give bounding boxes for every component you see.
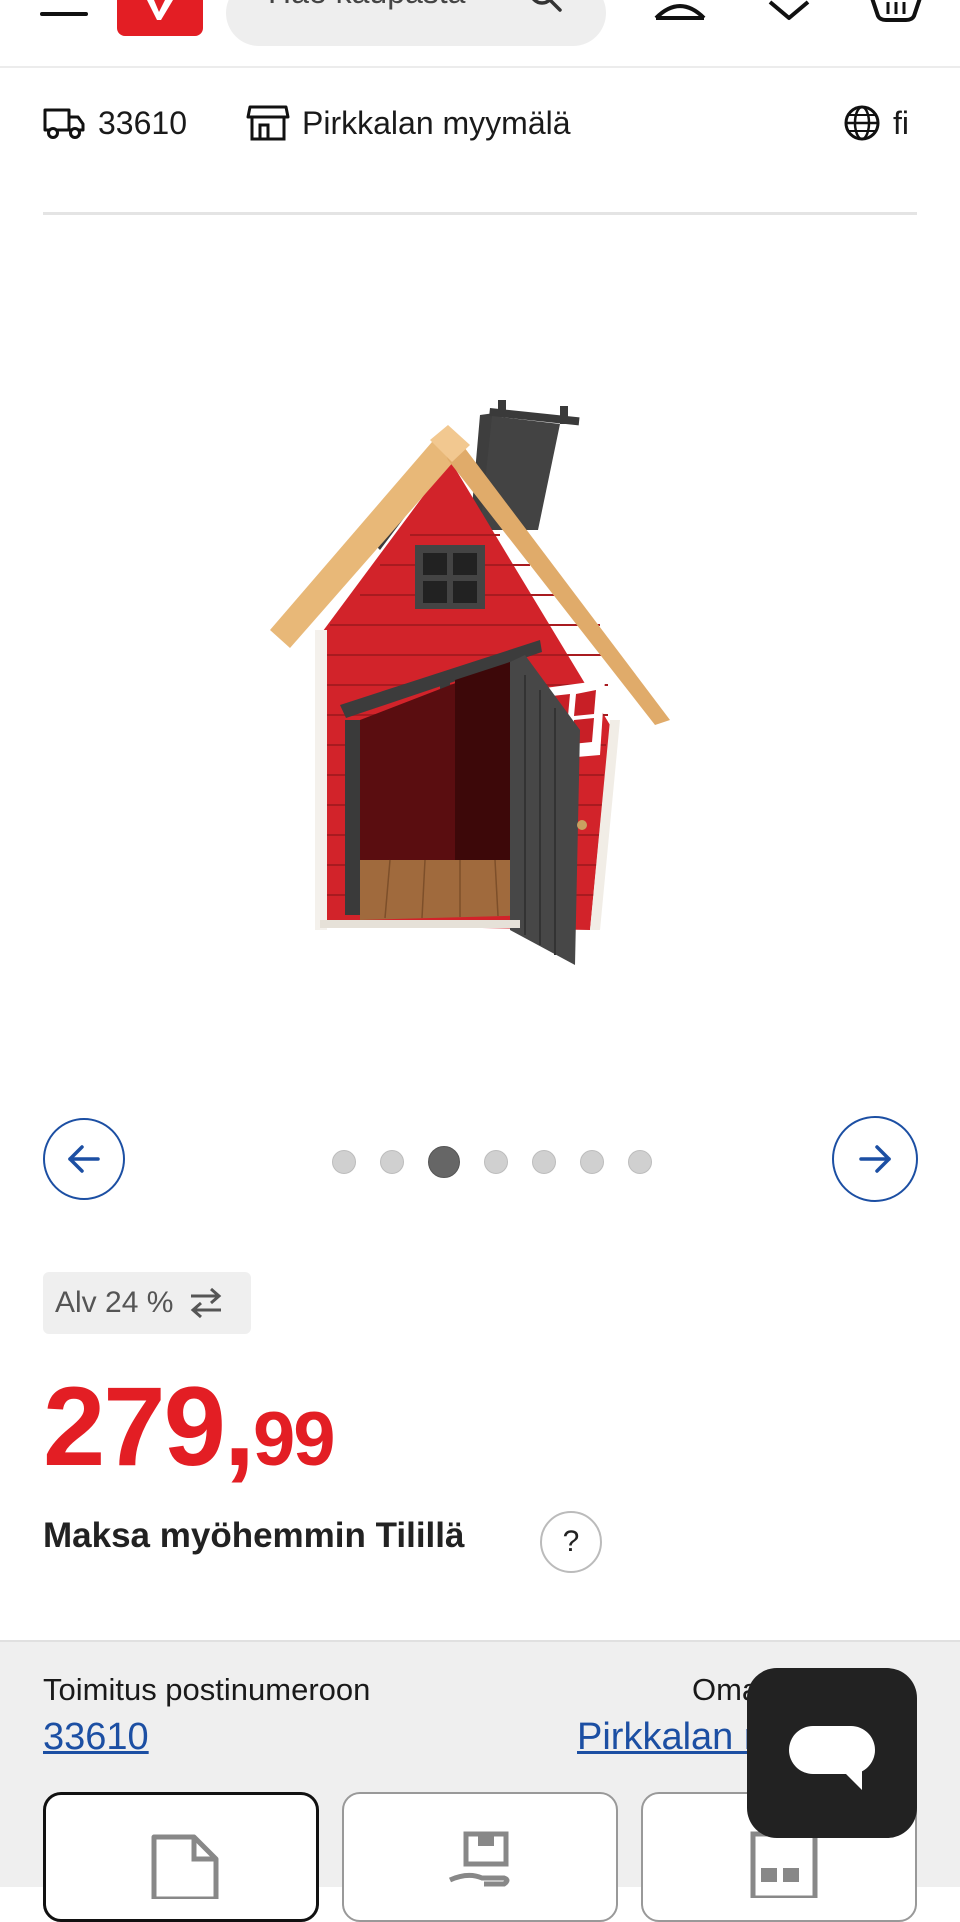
- gallery-pagination: [320, 1146, 664, 1178]
- gallery-dot[interactable]: [628, 1150, 652, 1174]
- chat-bubble-tail: [840, 1768, 862, 1790]
- arrow-right-icon: [859, 1145, 891, 1173]
- vat-label: Alv 24 %: [55, 1286, 174, 1319]
- gallery-dot[interactable]: [484, 1150, 508, 1174]
- previous-image-button[interactable]: [43, 1118, 125, 1200]
- document-icon: [151, 1834, 219, 1899]
- price: 279,99: [43, 1362, 336, 1491]
- favorites-icon[interactable]: [766, 0, 812, 22]
- swap-icon: [191, 1287, 222, 1319]
- search-input[interactable]: Hae kaupasta: [226, 0, 606, 46]
- gallery-dot[interactable]: [380, 1150, 404, 1174]
- pay-later-help-button[interactable]: ?: [540, 1511, 602, 1573]
- language-code: fi: [893, 104, 909, 141]
- parcel-hand-icon: [448, 1831, 510, 1887]
- logo[interactable]: [117, 0, 203, 36]
- product-image[interactable]: [270, 390, 690, 970]
- gallery-dot[interactable]: [332, 1150, 356, 1174]
- postcode-text: 33610: [98, 104, 187, 141]
- price-integer: 279,: [43, 1364, 255, 1489]
- delivery-postcode[interactable]: 33610: [42, 98, 187, 148]
- arrow-left-icon: [68, 1145, 100, 1173]
- location-bar: 33610 Pirkkalan myymälä fi: [0, 66, 960, 186]
- pay-later-text: Maksa myöhemmin Tilillä: [43, 1516, 465, 1555]
- store-icon: [246, 105, 290, 141]
- logo-mark-icon: [147, 0, 173, 20]
- globe-icon: [844, 105, 880, 141]
- delivery-option-card[interactable]: [43, 1792, 319, 1922]
- chat-button[interactable]: [747, 1668, 917, 1838]
- language-selector[interactable]: fi: [843, 98, 909, 148]
- gallery-dot[interactable]: [532, 1150, 556, 1174]
- vat-toggle[interactable]: Alv 24 %: [43, 1272, 251, 1334]
- basket-icon[interactable]: [868, 0, 924, 22]
- store-selector[interactable]: Pirkkalan myymälä: [246, 98, 571, 148]
- delivery-label: Toimitus postinumeroon: [43, 1672, 371, 1707]
- account-icon[interactable]: [652, 0, 708, 22]
- gallery-dot[interactable]: [580, 1150, 604, 1174]
- truck-icon: [43, 108, 85, 139]
- store-name: Pirkkalan myymälä: [302, 104, 571, 141]
- store-shelf-icon: [750, 1831, 818, 1898]
- chat-bubble-icon: [789, 1726, 875, 1774]
- pickup-option-card[interactable]: [342, 1792, 618, 1922]
- search-icon[interactable]: [526, 0, 566, 16]
- divider: [43, 212, 917, 215]
- delivery-postcode-link[interactable]: 33610: [43, 1716, 149, 1759]
- search-placeholder: Hae kaupasta: [268, 0, 465, 11]
- menu-icon[interactable]: [40, 12, 88, 16]
- price-decimal: 99: [252, 1397, 336, 1482]
- top-header: Hae kaupasta: [0, 0, 960, 68]
- gallery-dot-active[interactable]: [428, 1146, 460, 1178]
- next-image-button[interactable]: [832, 1116, 918, 1202]
